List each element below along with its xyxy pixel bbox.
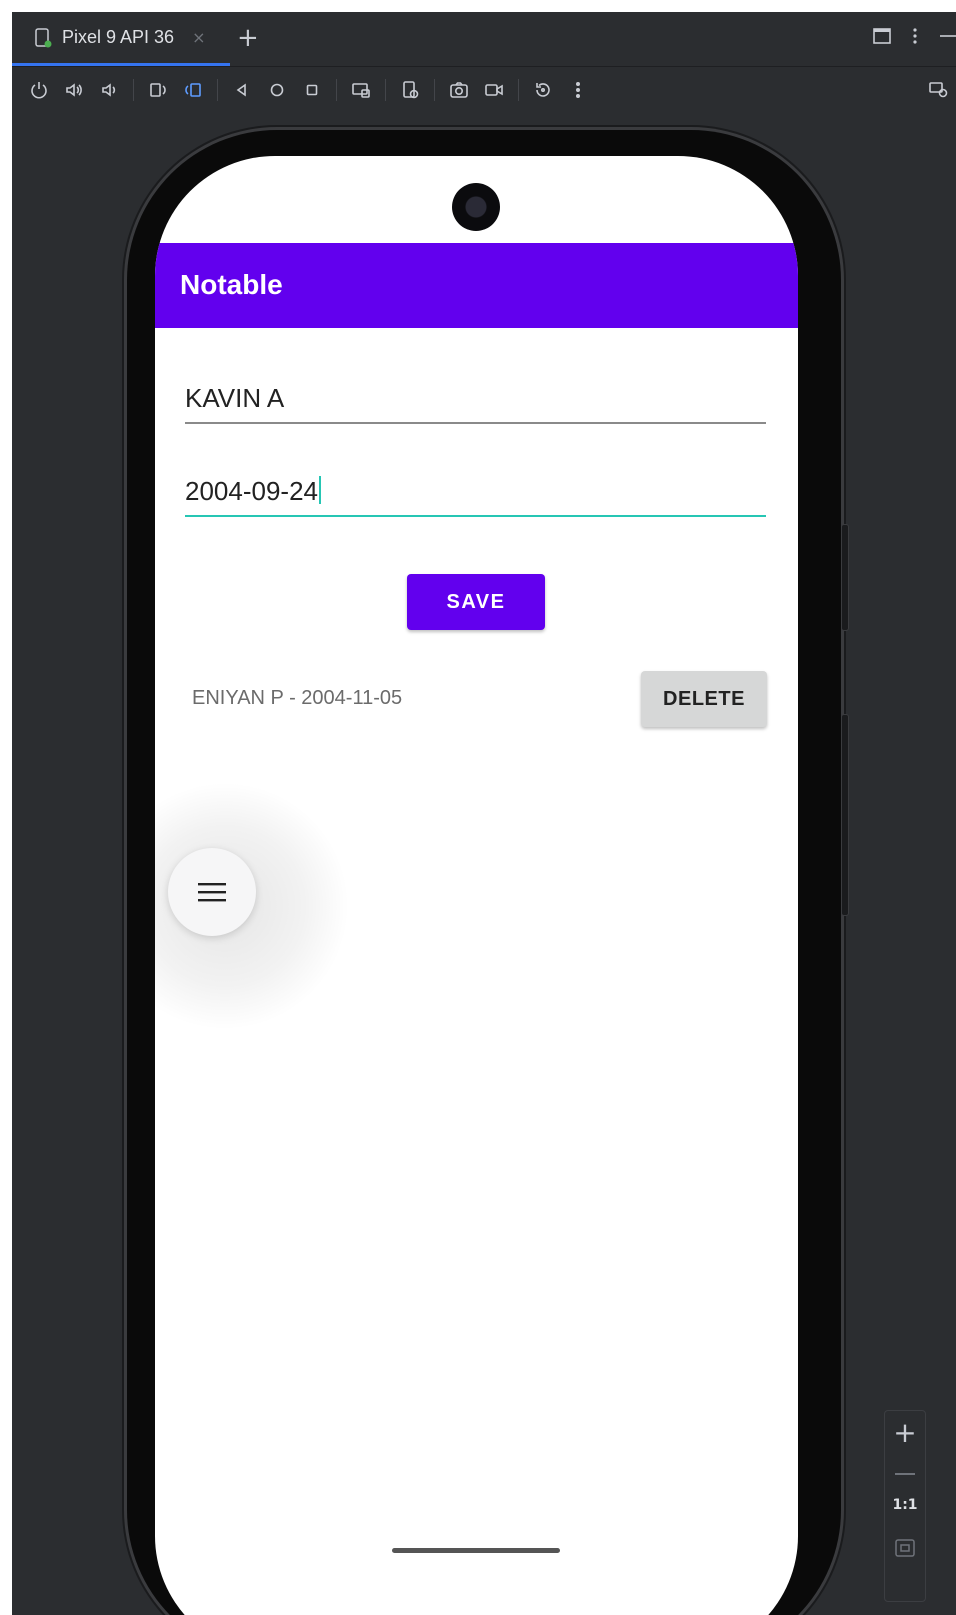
volume-down-icon[interactable]: [98, 79, 120, 101]
reset-icon[interactable]: [532, 79, 554, 101]
maximize-icon[interactable]: [872, 26, 892, 50]
emulator-toolbar: [12, 67, 956, 113]
zoom-controls: + 1:1: [884, 1410, 926, 1602]
menu-button[interactable]: [168, 848, 256, 936]
toolbar-divider: [336, 79, 337, 101]
fold-icon[interactable]: [350, 79, 372, 101]
video-icon[interactable]: [483, 79, 505, 101]
more-vert-icon[interactable]: [912, 26, 918, 50]
camera-icon[interactable]: [448, 79, 470, 101]
more-icon[interactable]: [567, 79, 589, 101]
save-button[interactable]: SAVE: [407, 574, 545, 630]
toolbar-divider: [133, 79, 134, 101]
device-viewport: Notable KAVIN A 2004-09-24 SAVE ENIYAN P…: [12, 114, 956, 1615]
name-input-value: KAVIN A: [185, 383, 285, 413]
home-icon[interactable]: [266, 79, 288, 101]
power-icon[interactable]: [28, 79, 50, 101]
zoom-out-button[interactable]: [895, 1473, 915, 1475]
tab-title: Pixel 9 API 36: [62, 27, 175, 47]
device-icon: [32, 27, 54, 49]
date-input[interactable]: 2004-09-24: [185, 476, 766, 517]
add-tab-button[interactable]: +: [237, 24, 259, 52]
overview-icon[interactable]: [301, 79, 323, 101]
close-tab-icon[interactable]: ×: [192, 28, 205, 47]
list-item: ENIYAN P - 2004-11-05 DELETE: [192, 669, 767, 729]
zoom-actual-size-button[interactable]: 1:1: [885, 1497, 925, 1513]
toolbar-divider: [518, 79, 519, 101]
rotate-left-icon[interactable]: [147, 79, 169, 101]
minimize-icon[interactable]: [938, 26, 956, 50]
volume-up-icon[interactable]: [63, 79, 85, 101]
text-cursor: [319, 476, 321, 504]
menu-icon: [198, 883, 226, 902]
device-mirror-icon[interactable]: [928, 79, 950, 101]
tab-device[interactable]: Pixel 9 API 36 ×: [12, 12, 230, 66]
window-controls: [872, 26, 956, 50]
toolbar-divider: [385, 79, 386, 101]
delete-button[interactable]: DELETE: [641, 671, 767, 727]
app-title: Notable: [180, 269, 283, 300]
app-bar: Notable: [155, 243, 798, 328]
home-indicator[interactable]: [392, 1548, 560, 1553]
zoom-in-button[interactable]: +: [885, 1417, 925, 1449]
toolbar-divider: [434, 79, 435, 101]
emulator-window: Pixel 9 API 36 × + Notable KAVIN A 2004-…: [12, 12, 956, 1615]
name-input[interactable]: KAVIN A: [185, 383, 766, 424]
volume-side-button: [841, 714, 849, 916]
note-text: ENIYAN P - 2004-11-05: [192, 687, 403, 709]
toolbar-divider: [217, 79, 218, 101]
date-input-value: 2004-09-24: [185, 476, 318, 506]
screen-record-icon[interactable]: [399, 79, 421, 101]
phone-screen: Notable KAVIN A 2004-09-24 SAVE ENIYAN P…: [155, 156, 798, 1615]
power-side-button: [841, 524, 849, 631]
back-icon[interactable]: [231, 79, 253, 101]
rotate-right-icon[interactable]: [182, 79, 204, 101]
zoom-fit-icon[interactable]: [895, 1539, 915, 1557]
front-camera: [452, 183, 500, 231]
tab-bar: Pixel 9 API 36 × +: [12, 12, 956, 67]
